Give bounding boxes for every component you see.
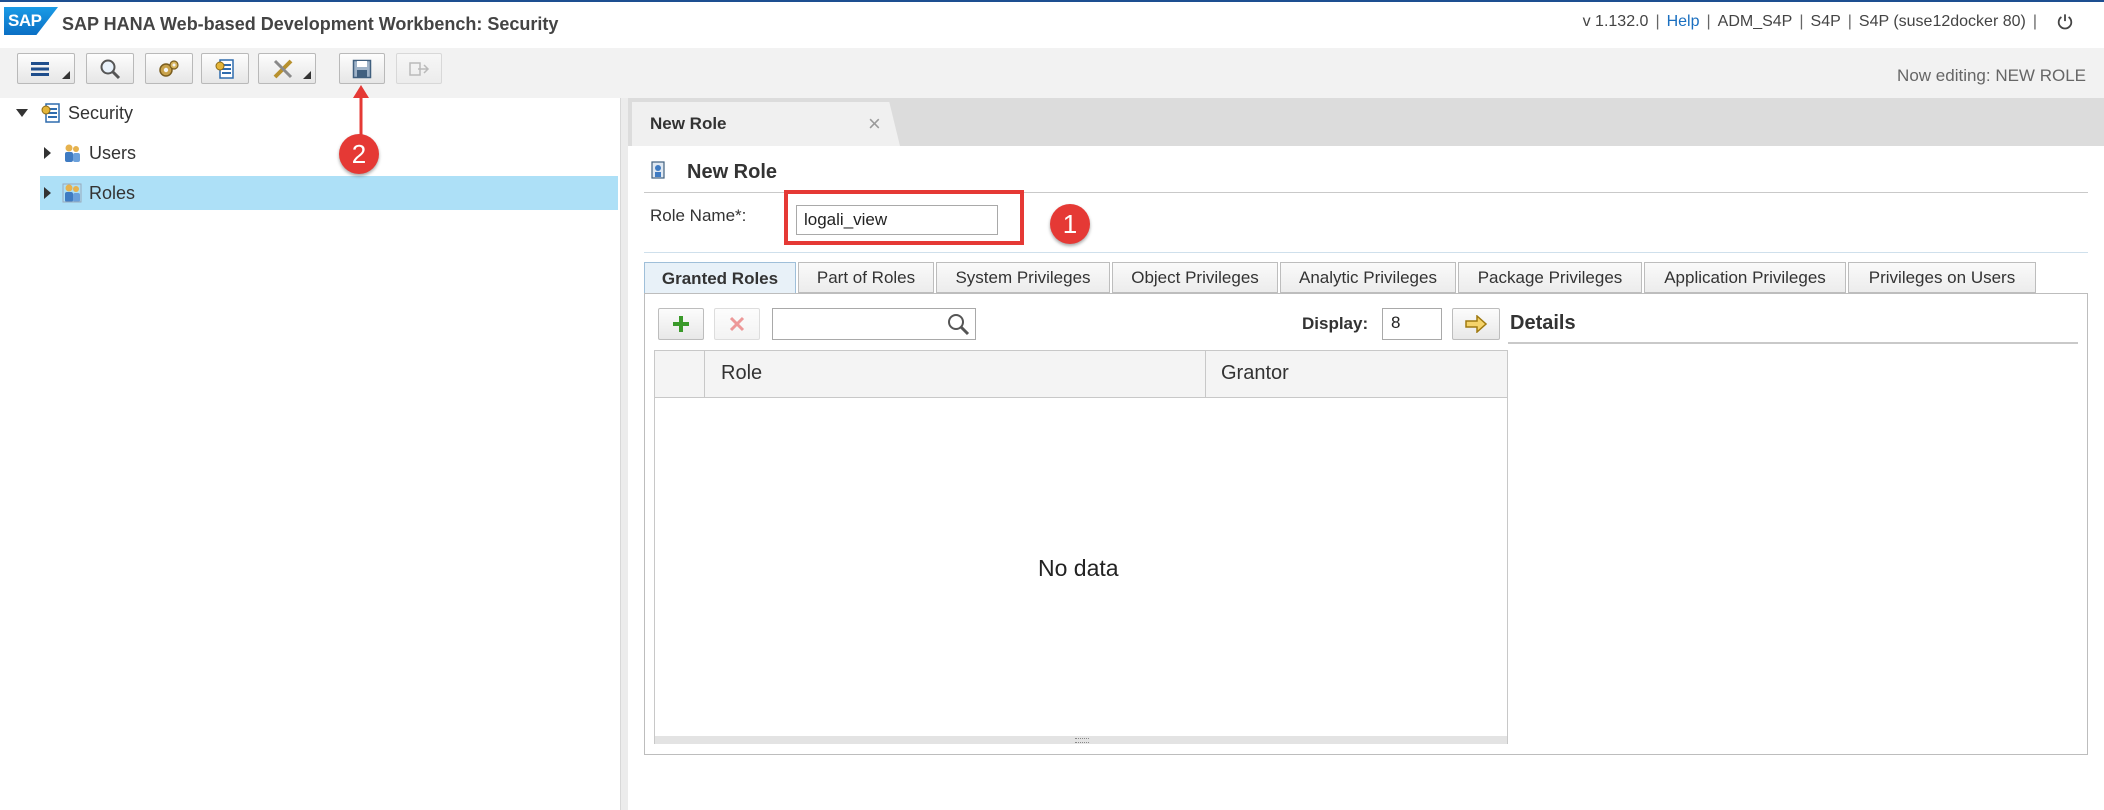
tab-analytic-privileges[interactable]: Analytic Privileges — [1280, 262, 1456, 293]
delete-icon — [729, 316, 745, 332]
resize-grip[interactable] — [1075, 738, 1089, 743]
divider — [644, 252, 2088, 253]
tree-node-security[interactable]: Security — [16, 96, 616, 130]
arrow-right-icon — [1465, 315, 1488, 333]
annotation-arrow — [353, 85, 369, 138]
catalog-icon — [215, 58, 234, 79]
empty-state-text: No data — [1038, 555, 1119, 581]
tab-package-privileges[interactable]: Package Privileges — [1458, 262, 1642, 293]
column-header-grantor[interactable]: Grantor — [1221, 362, 1289, 385]
host-label: S4P (suse12docker 80) — [1858, 13, 2026, 30]
expand-icon[interactable] — [44, 187, 51, 199]
export-button[interactable] — [396, 53, 442, 84]
security-icon — [41, 103, 60, 123]
annotation-badge-2: 2 — [339, 134, 379, 174]
app-header: SAP SAP HANA Web-based Development Workb… — [0, 0, 2104, 48]
gears-icon — [159, 59, 179, 77]
editor-tab-label: New Role — [650, 114, 727, 133]
tab-object-privileges[interactable]: Object Privileges — [1112, 262, 1278, 293]
column-header-role[interactable]: Role — [721, 362, 762, 385]
save-button[interactable] — [339, 53, 385, 84]
search-icon[interactable] — [946, 312, 970, 336]
tab-part-of-roles[interactable]: Part of Roles — [798, 262, 934, 293]
tab-application-privileges[interactable]: Application Privileges — [1644, 262, 1846, 293]
table-header — [654, 350, 1508, 398]
sap-logo: SAP — [4, 7, 58, 35]
menu-button[interactable] — [17, 53, 75, 84]
power-icon[interactable] — [2056, 13, 2074, 31]
roles-icon — [62, 183, 82, 203]
find-button[interactable] — [86, 53, 134, 84]
highlight-box — [784, 190, 1024, 245]
column-separator[interactable] — [1205, 351, 1206, 397]
add-button[interactable] — [658, 308, 704, 340]
expand-icon[interactable] — [44, 147, 51, 159]
details-title: Details — [1510, 312, 1576, 334]
menu-icon — [31, 61, 49, 76]
role-icon — [651, 161, 665, 179]
remove-button[interactable] — [714, 308, 760, 340]
close-icon[interactable]: × — [868, 111, 881, 137]
user-label: ADM_S4P — [1717, 13, 1793, 30]
settings-button[interactable] — [145, 53, 193, 84]
collapse-icon[interactable] — [16, 109, 28, 117]
tree-label-roles: Roles — [89, 182, 136, 203]
system-label: S4P — [1810, 13, 1841, 30]
divider — [1508, 342, 2078, 344]
display-label: Display: — [1302, 314, 1369, 333]
tab-granted-roles[interactable]: Granted Roles — [644, 262, 796, 294]
annotation-badge-1: 1 — [1050, 204, 1090, 244]
tree-label-security: Security — [68, 102, 134, 123]
tools-button[interactable] — [258, 53, 316, 84]
export-icon — [409, 61, 430, 76]
save-icon — [352, 59, 372, 78]
pane-splitter[interactable] — [620, 98, 628, 810]
display-count-input[interactable]: 8 — [1382, 308, 1442, 340]
now-editing-label: Now editing: NEW ROLE — [1897, 66, 2086, 85]
tree-node-roles[interactable]: Roles — [40, 176, 618, 210]
search-icon — [100, 59, 121, 79]
tree-node-users[interactable]: Users — [44, 136, 618, 170]
tab-privileges-on-users[interactable]: Privileges on Users — [1848, 262, 2036, 293]
app-title: SAP HANA Web-based Development Workbench… — [62, 14, 559, 34]
help-link[interactable]: Help — [1667, 13, 1700, 30]
tools-icon — [273, 59, 293, 78]
role-name-label: Role Name*: — [650, 206, 747, 225]
page-title: New Role — [687, 161, 778, 183]
catalog-button[interactable] — [201, 53, 249, 84]
version-label: v 1.132.0 — [1582, 13, 1649, 30]
users-icon — [65, 144, 80, 162]
column-separator — [704, 351, 705, 397]
tab-system-privileges[interactable]: System Privileges — [936, 262, 1110, 293]
granted-roles-table — [654, 350, 1508, 744]
add-icon — [673, 316, 689, 332]
tree-label-users: Users — [89, 142, 137, 163]
header-info: v 1.132.0 | Help | ADM_S4P | S4P | S4P (suse12do… — [1582, 13, 2037, 30]
go-button[interactable] — [1452, 308, 1500, 340]
